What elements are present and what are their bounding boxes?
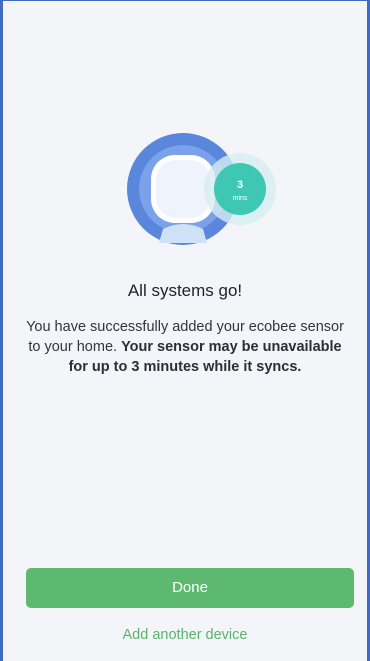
success-message: You have successfully added your ecobee … — [21, 317, 349, 377]
add-another-device-link[interactable]: Add another device — [3, 627, 367, 643]
success-screen: 3 mins All systems go! You have successf… — [0, 0, 370, 661]
page-title: All systems go! — [127, 281, 243, 300]
sensor-sync-illustration: 3 mins — [127, 133, 276, 245]
sensor-face — [156, 160, 210, 218]
badge-unit: mins — [233, 195, 248, 202]
done-button[interactable]: Done — [26, 568, 354, 608]
badge-number: 3 — [237, 179, 243, 191]
